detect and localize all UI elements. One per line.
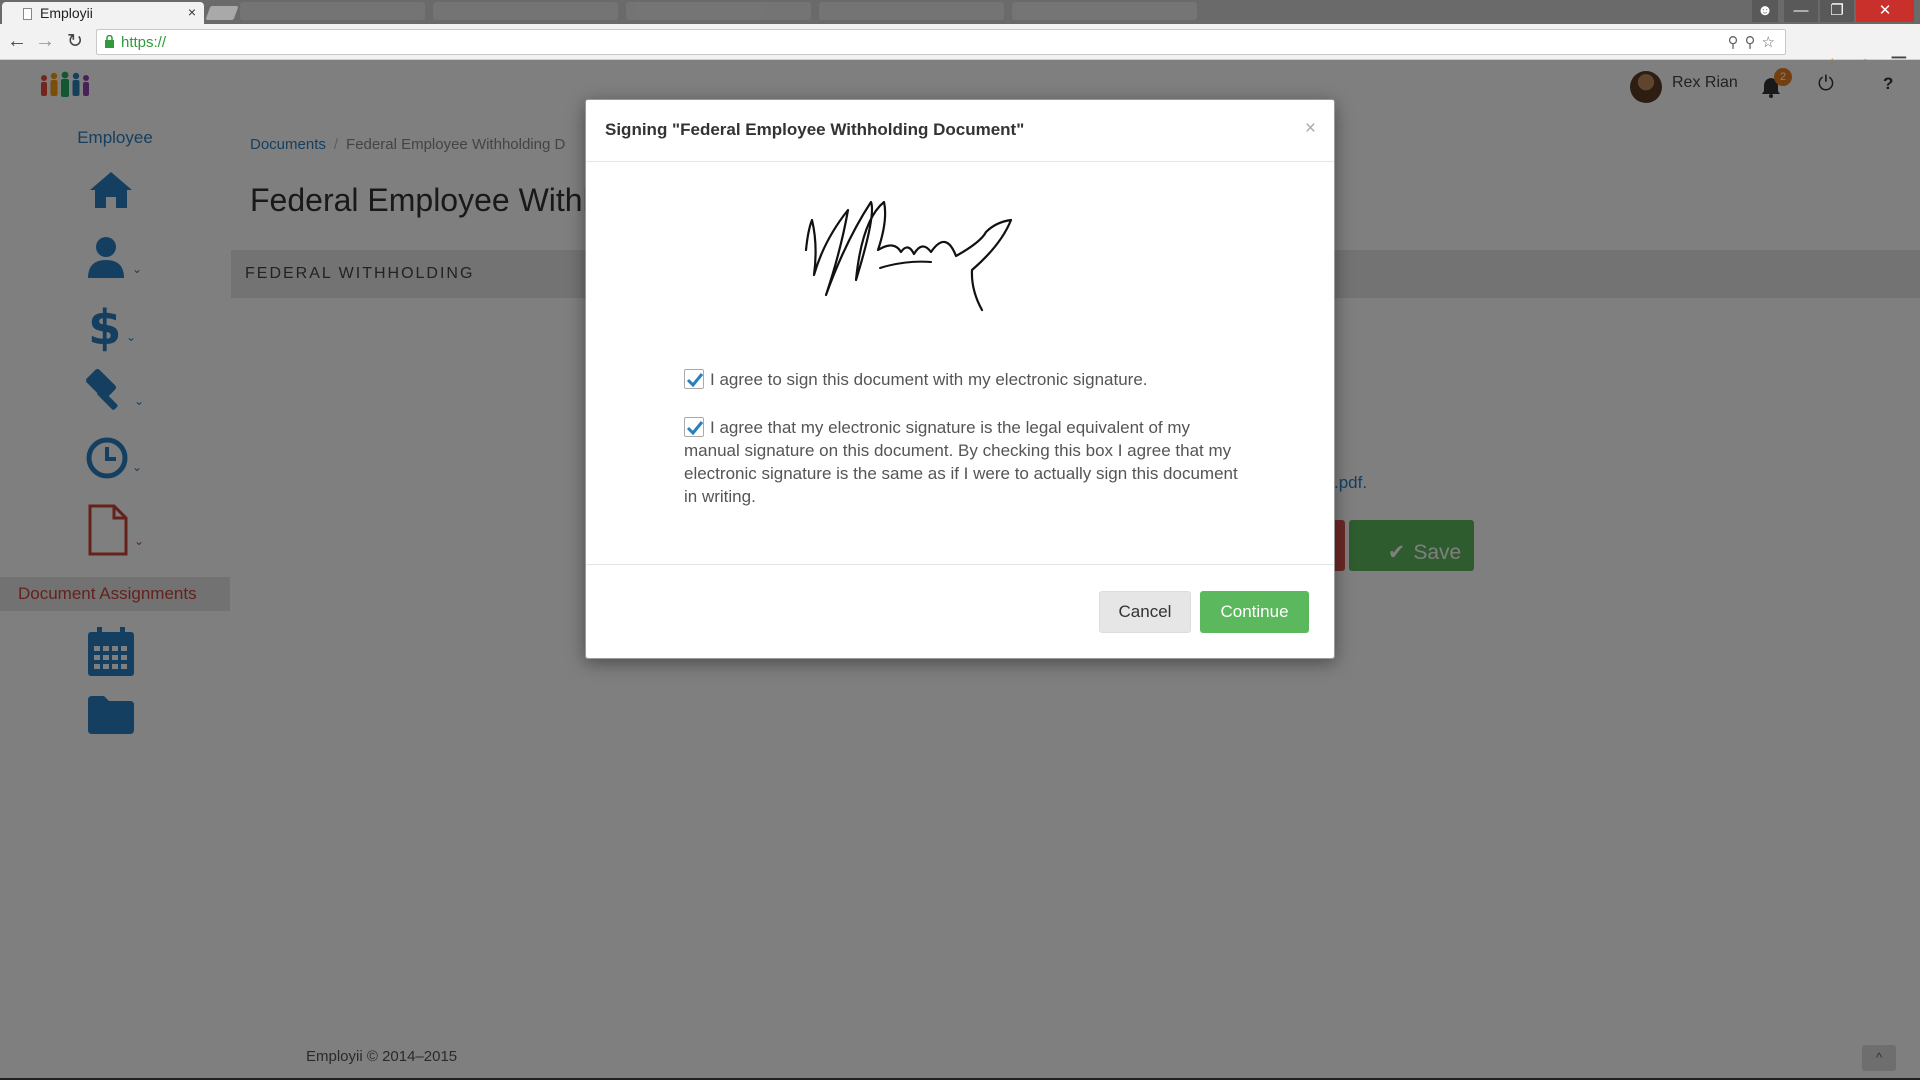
browser-tab-bar: Employii × ☻ — ❐ ✕: [0, 0, 1920, 43]
url-text: https://: [121, 34, 167, 51]
agree-esignature-row: I agree to sign this document with my el…: [684, 368, 1224, 391]
checkmark-icon: [686, 373, 704, 388]
checkmark-icon: [686, 421, 704, 436]
forward-arrow-icon[interactable]: →: [34, 30, 56, 53]
back-arrow-icon[interactable]: ←: [6, 30, 28, 53]
close-icon[interactable]: ×: [1305, 118, 1316, 140]
agree-legal-equivalent-row: I agree that my electronic signature is …: [684, 416, 1249, 508]
lock-icon: [105, 35, 114, 48]
cancel-button[interactable]: Cancel: [1099, 591, 1191, 633]
background-tab[interactable]: [1012, 2, 1197, 20]
address-bar[interactable]: https:// ⚲⚲☆: [96, 29, 1786, 55]
background-tab[interactable]: [819, 2, 1004, 20]
background-tab[interactable]: [626, 2, 811, 20]
window-minimize-button[interactable]: —: [1784, 0, 1818, 22]
modal-header: Signing "Federal Employee Withholding Do…: [586, 100, 1334, 162]
window-close-button[interactable]: ✕: [1856, 0, 1914, 22]
tab-title: Employii: [40, 5, 93, 21]
agree-legal-equivalent-checkbox[interactable]: [684, 417, 704, 437]
tab-close-icon[interactable]: ×: [188, 4, 196, 20]
new-tab-button[interactable]: [205, 6, 239, 20]
signing-dialog: Signing "Federal Employee Withholding Do…: [585, 99, 1335, 659]
modal-title: Signing "Federal Employee Withholding Do…: [605, 120, 1025, 139]
continue-button[interactable]: Continue: [1200, 591, 1309, 633]
omnibox-action-icons[interactable]: ⚲⚲☆: [1728, 33, 1781, 51]
agree-esignature-label: I agree to sign this document with my el…: [710, 370, 1148, 389]
signature-image: [804, 200, 1013, 312]
browser-toolbar: ← → ↻ https:// ⚲⚲☆ ♦ ● ☰: [0, 24, 1920, 76]
background-tab[interactable]: [240, 2, 425, 20]
modal-footer: Cancel Continue: [586, 564, 1334, 658]
agree-esignature-checkbox[interactable]: [684, 369, 704, 389]
background-tabs: [240, 2, 1390, 43]
window-maximize-button[interactable]: ❐: [1820, 0, 1854, 22]
browser-tab-active[interactable]: Employii ×: [2, 2, 204, 24]
reload-icon[interactable]: ↻: [64, 30, 86, 53]
page-favicon-icon: [23, 8, 32, 20]
browser-profile-icon[interactable]: ☻: [1752, 0, 1778, 22]
agree-legal-equivalent-label: I agree that my electronic signature is …: [684, 418, 1238, 506]
background-tab[interactable]: [433, 2, 618, 20]
